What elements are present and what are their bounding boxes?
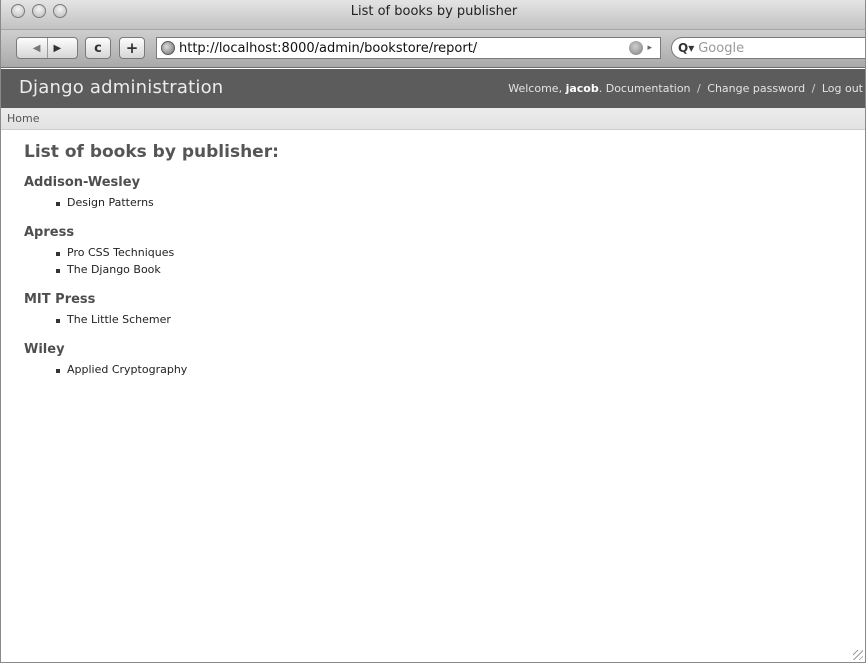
book-list: The Little Schemer (56, 313, 279, 330)
publisher-name: MIT Press (24, 292, 96, 307)
username: jacob (565, 82, 599, 95)
breadcrumb: Home (1, 108, 865, 130)
snapback-icon[interactable] (629, 41, 644, 55)
publisher-section: Wiley Applied Cryptography (24, 342, 279, 380)
book-item: Design Patterns (56, 196, 279, 213)
site-title[interactable]: Django administration (19, 77, 223, 98)
publisher-name: Apress (24, 225, 75, 240)
link-separator: / (811, 82, 816, 95)
book-list: Pro CSS Techniques The Django Book (56, 246, 279, 280)
nav-divider (46, 38, 48, 58)
address-dropdown-icon[interactable]: ▸ (647, 43, 652, 53)
breadcrumb-home-link[interactable]: Home (7, 112, 39, 125)
back-icon[interactable]: ◀ (33, 43, 41, 54)
link-separator: / (697, 82, 701, 95)
search-input[interactable]: Google (698, 41, 744, 56)
book-list: Design Patterns (56, 196, 279, 213)
book-list: Applied Cryptography (56, 363, 279, 380)
reload-icon: c (94, 40, 102, 56)
page-title: List of books by publisher: (24, 142, 279, 162)
publisher-name: Wiley (24, 342, 65, 357)
book-item: Applied Cryptography (56, 363, 279, 380)
welcome-text: Welcome, (508, 82, 563, 95)
welcome-period: . (598, 82, 603, 95)
publisher-section: MIT Press The Little Schemer (24, 292, 279, 330)
reload-button[interactable]: c (85, 37, 111, 59)
back-forward-buttons: ◀ ▶ (16, 37, 78, 59)
user-tools: Welcome, jacob. Documentation / Change p… (508, 82, 863, 95)
browser-toolbar: ◀ ▶ c + http://localhost:8000/admin/book… (1, 30, 865, 68)
address-bar[interactable]: http://localhost:8000/admin/bookstore/re… (156, 37, 661, 59)
report-content: List of books by publisher: Addison-Wesl… (24, 142, 279, 392)
search-field[interactable]: Q▾ Google (671, 37, 865, 59)
documentation-link[interactable]: Documentation (606, 82, 691, 95)
window-title: List of books by publisher (350, 4, 518, 19)
publisher-section: Addison-Wesley Design Patterns (24, 175, 279, 213)
publisher-name: Addison-Wesley (24, 175, 141, 190)
address-input[interactable]: http://localhost:8000/admin/bookstore/re… (179, 41, 477, 56)
change-password-link[interactable]: Change password (707, 82, 805, 95)
resize-grip-icon[interactable] (853, 650, 863, 660)
forward-icon[interactable]: ▶ (54, 43, 62, 54)
book-item: Pro CSS Techniques (56, 246, 279, 263)
address-bar-controls: ▸ (629, 41, 652, 55)
add-bookmark-icon: + (125, 39, 139, 57)
title-bar: List of books by publisher (1, 0, 865, 30)
add-bookmark-button[interactable]: + (119, 37, 145, 59)
search-icon[interactable]: Q▾ (678, 41, 694, 55)
publisher-section: Apress Pro CSS Techniques The Django Boo… (24, 225, 279, 280)
globe-icon (161, 41, 175, 55)
browser-window: List of books by publisher ◀ ▶ c + http:… (0, 0, 866, 663)
book-item: The Little Schemer (56, 313, 279, 330)
django-header: Django administration Welcome, jacob. Do… (1, 69, 865, 108)
log-out-link[interactable]: Log out (822, 82, 863, 95)
book-item: The Django Book (56, 263, 279, 280)
